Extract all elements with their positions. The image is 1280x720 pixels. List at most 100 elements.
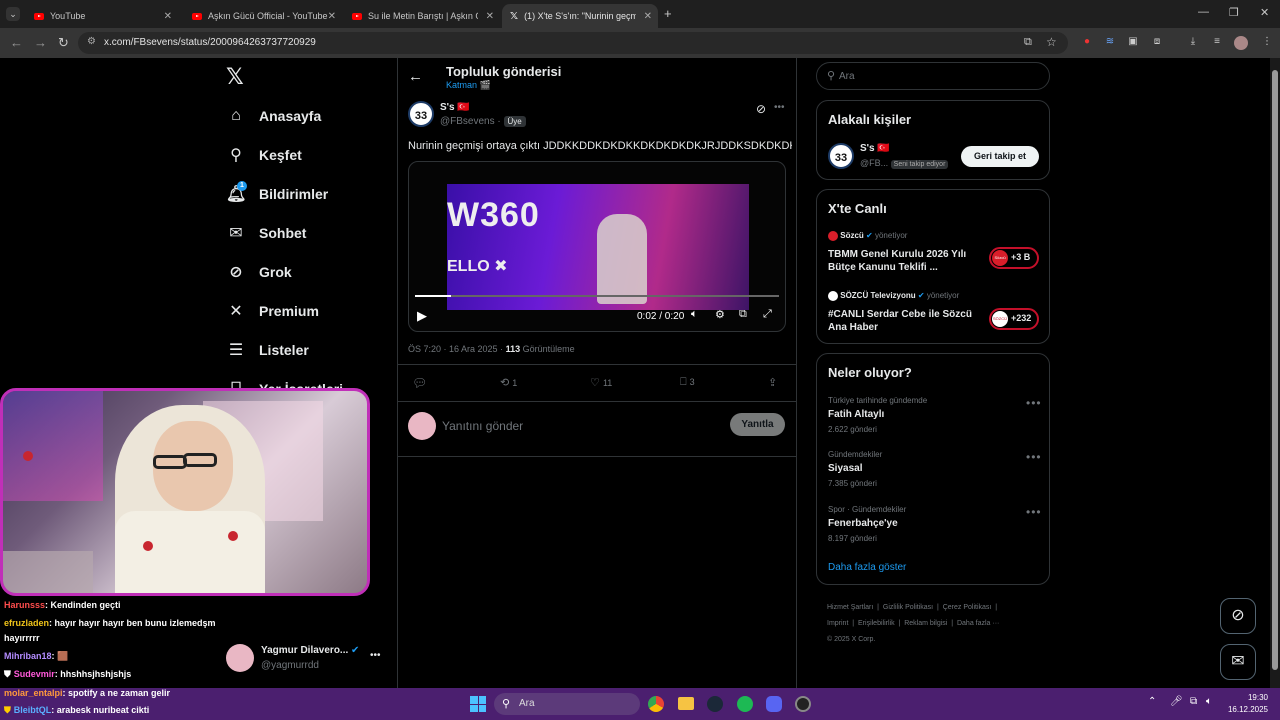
- messages-float-button[interactable]: ✉: [1220, 644, 1256, 680]
- extension-red-icon[interactable]: ●: [1080, 36, 1094, 50]
- nav-premium[interactable]: ✕ Premium: [226, 296, 319, 326]
- nav-chat[interactable]: ✉ Sohbet: [226, 218, 306, 248]
- live-badge[interactable]: Sözcü +3 B: [989, 247, 1039, 269]
- tab-askin-gucu[interactable]: Aşkın Gücü Official - YouTube ✕: [184, 4, 342, 28]
- footer-link[interactable]: Daha fazla ···: [957, 620, 999, 627]
- tray-chevron-icon[interactable]: ⌃: [1148, 696, 1156, 707]
- live-badge[interactable]: SÖZCÜ +232: [989, 308, 1039, 330]
- live-title[interactable]: #CANLI Serdar Cebe ile Sözcü Ana Haber: [828, 308, 988, 334]
- volume-icon[interactable]: 🔈︎: [1206, 696, 1212, 707]
- share-icon[interactable]: ⇪: [768, 376, 777, 389]
- close-icon[interactable]: ✕: [328, 11, 336, 22]
- footer-link[interactable]: Imprint: [827, 620, 848, 627]
- more-icon[interactable]: •••: [1026, 505, 1042, 519]
- footer-link[interactable]: Reklam bilgisi: [904, 620, 947, 627]
- profile-avatar-icon[interactable]: [1234, 36, 1248, 50]
- reload-icon[interactable]: ↻: [58, 35, 69, 51]
- nav-explore[interactable]: ⚲ Keşfet: [226, 140, 302, 170]
- tab-youtube[interactable]: YouTube ✕: [26, 4, 178, 28]
- reply-icon[interactable]: 💬︎: [412, 376, 427, 390]
- clock-date[interactable]: 16.12.2025: [1222, 705, 1268, 714]
- extension-box-icon[interactable]: ▣: [1126, 36, 1140, 50]
- close-window-button[interactable]: ✕: [1260, 6, 1269, 19]
- person-name[interactable]: S's 🇹🇷: [860, 143, 890, 154]
- footer-link[interactable]: Erişilebilirlik: [858, 620, 895, 627]
- close-icon[interactable]: ✕: [486, 11, 494, 22]
- tab-x-post[interactable]: 𝕏 (1) X'te S's'ın: "Nurinin geçmişi orta…: [502, 4, 658, 28]
- more-icon[interactable]: •••: [1026, 396, 1042, 410]
- live-source[interactable]: SÖZCÜ Televizyonu ✔ yönetiyor: [828, 291, 959, 301]
- obs-icon[interactable]: [795, 696, 811, 712]
- grok-icon[interactable]: ⊘: [756, 102, 766, 116]
- settings-icon[interactable]: ⚙: [715, 308, 725, 321]
- site-info-icon[interactable]: ⚙: [87, 36, 96, 47]
- address-bar[interactable]: ⚙ x.com/FBsevens/status/2000964263737720…: [78, 32, 1068, 54]
- play-icon[interactable]: ▶: [417, 308, 427, 324]
- taskbar-search[interactable]: ⚲ Ara: [494, 693, 640, 715]
- trend-item[interactable]: Türkiye tarihinde gündemde Fatih Altaylı…: [828, 396, 1040, 434]
- grok-float-button[interactable]: ⊘: [1220, 598, 1256, 634]
- nav-home[interactable]: ⌂ Anasayfa: [226, 101, 321, 131]
- nav-grok[interactable]: ⊘ Grok: [226, 257, 291, 287]
- file-explorer-icon[interactable]: [678, 697, 694, 710]
- author-handle[interactable]: @FBsevens · Üye: [440, 116, 526, 127]
- follow-back-button[interactable]: Geri takip et: [961, 146, 1039, 167]
- back-icon[interactable]: ←: [10, 35, 23, 50]
- network-icon[interactable]: ⧉: [1190, 696, 1197, 707]
- more-icon[interactable]: •••: [370, 650, 381, 661]
- author-avatar[interactable]: 33: [408, 101, 434, 127]
- extension-audio-icon[interactable]: ≋: [1103, 36, 1117, 50]
- chrome-icon[interactable]: [648, 696, 664, 712]
- more-icon[interactable]: •••: [1026, 450, 1042, 464]
- footer-link[interactable]: Çerez Politikası: [943, 604, 992, 611]
- tab-su-ile-metin[interactable]: Su ile Metin Barıştı | Aşkın Gücü ✕: [344, 4, 500, 28]
- show-more-link[interactable]: Daha fazla göster: [828, 562, 906, 573]
- menu-icon[interactable]: ⋮: [1260, 36, 1274, 50]
- back-arrow-icon[interactable]: ←: [408, 68, 423, 85]
- footer-link[interactable]: Gizlilik Politikası: [883, 604, 933, 611]
- close-icon[interactable]: ✕: [644, 11, 652, 22]
- volume-icon[interactable]: 🔈︎: [691, 308, 698, 321]
- reading-list-icon[interactable]: ≡: [1210, 36, 1224, 50]
- bookmark-star-icon[interactable]: ☆: [1046, 35, 1057, 49]
- footer-link[interactable]: Hizmet Şartları: [827, 604, 873, 611]
- reply-input[interactable]: Yanıtını gönder: [442, 419, 523, 433]
- account-switcher[interactable]: Yagmur Dilavero... ✔ @yagmurrdd •••: [226, 644, 386, 674]
- picture-in-picture-icon[interactable]: ⧉: [739, 308, 747, 321]
- forward-icon[interactable]: →: [34, 35, 47, 50]
- close-icon[interactable]: ✕: [164, 11, 172, 22]
- more-icon[interactable]: •••: [774, 102, 785, 113]
- scrollbar-thumb[interactable]: [1272, 70, 1278, 670]
- nav-lists[interactable]: ☰ Listeler: [226, 335, 309, 365]
- reply-button[interactable]: Yanıtla: [730, 413, 785, 436]
- steam-icon[interactable]: [707, 696, 723, 712]
- trend-item[interactable]: Gündemdekiler Siyasal 7.385 gönderi: [828, 450, 1040, 488]
- bookmark-button[interactable]: ⎕ 3: [680, 376, 695, 389]
- maximize-button[interactable]: ❐: [1229, 6, 1239, 19]
- live-source[interactable]: Sözcü ✔ yönetiyor: [828, 231, 907, 241]
- spotify-icon[interactable]: [737, 696, 753, 712]
- nav-notifications[interactable]: 🔔︎ 1 Bildirimler: [226, 179, 328, 209]
- microphone-icon[interactable]: 🎤︎: [1170, 696, 1183, 707]
- search-input[interactable]: ⚲ Ara: [816, 62, 1050, 90]
- video-progress-track[interactable]: [415, 295, 779, 297]
- clock-time[interactable]: 19:30: [1232, 693, 1268, 702]
- start-icon[interactable]: [470, 696, 486, 712]
- author-name[interactable]: S's 🇹🇷: [440, 102, 470, 113]
- retweet-button[interactable]: ⟲ 1: [500, 376, 517, 389]
- live-title[interactable]: TBMM Genel Kurulu 2026 Yılı Bütçe Kanunu…: [828, 248, 988, 274]
- scrollbar[interactable]: [1270, 58, 1280, 688]
- minimize-button[interactable]: —: [1198, 6, 1209, 18]
- download-icon[interactable]: ⤓: [1186, 36, 1200, 50]
- like-button[interactable]: ♡ 11: [590, 376, 612, 389]
- trend-item[interactable]: Spor · Gündemdekiler Fenerbahçe'ye 8.197…: [828, 505, 1040, 543]
- extensions-icon[interactable]: ⧈: [1150, 36, 1164, 50]
- tab-search-button[interactable]: ⌄: [6, 7, 20, 21]
- fullscreen-icon[interactable]: ⤢: [763, 308, 772, 321]
- cast-icon[interactable]: ⧉: [1024, 36, 1032, 49]
- person-avatar[interactable]: 33: [828, 143, 854, 169]
- new-tab-button[interactable]: +: [664, 6, 672, 21]
- x-logo[interactable]: 𝕏: [226, 64, 244, 90]
- community-link[interactable]: Katman 🎬: [446, 80, 491, 91]
- discord-icon[interactable]: [766, 696, 782, 712]
